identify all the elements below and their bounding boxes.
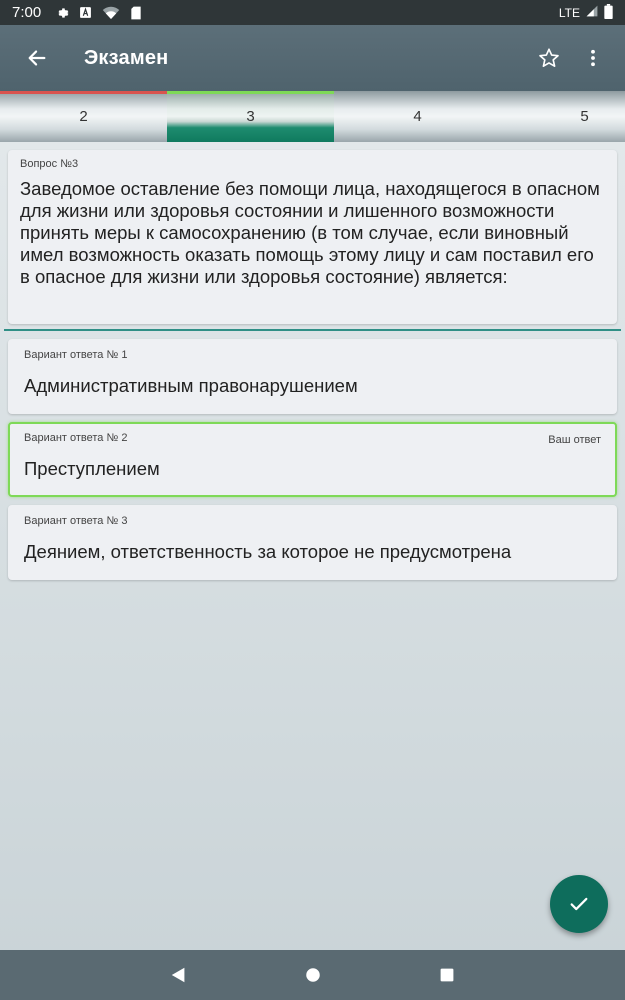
question-tabs: 2 3 4 5: [0, 91, 625, 142]
back-button[interactable]: [12, 33, 62, 83]
nav-back-button[interactable]: [167, 963, 191, 987]
square-recents-icon: [440, 968, 453, 982]
app-bar: Экзамен: [0, 25, 625, 91]
answer-number: Вариант ответа № 2: [24, 432, 128, 444]
battery-icon: [604, 3, 613, 22]
answer-number: Вариант ответа № 3: [24, 515, 128, 527]
answer-number: Вариант ответа № 1: [24, 349, 128, 361]
check-icon: [570, 897, 588, 911]
answer-option-1[interactable]: Вариант ответа № 1 Административным прав…: [8, 339, 617, 414]
favorite-button[interactable]: [527, 36, 571, 80]
nav-home-button[interactable]: [301, 963, 325, 987]
status-time: 7:00: [12, 4, 42, 21]
tab-question-3[interactable]: 3: [167, 91, 334, 142]
nav-recents-button[interactable]: [435, 963, 459, 987]
tab-status-indicator: [0, 91, 167, 94]
your-answer-badge: Ваш ответ: [548, 434, 601, 446]
star-outline-icon: [539, 48, 559, 67]
answer-text: Административным правонарушением: [24, 375, 358, 396]
wifi-icon: [102, 6, 120, 20]
arrow-left-icon: [28, 50, 46, 66]
tab-label: 4: [413, 108, 422, 125]
triangle-back-icon: [171, 967, 184, 983]
answer-text: Преступлением: [24, 458, 160, 479]
settings-icon: [55, 6, 69, 20]
tab-label: 3: [246, 108, 255, 125]
divider: [4, 329, 621, 331]
sd-card-icon: [130, 6, 142, 20]
tab-label: 2: [79, 108, 88, 125]
tab-status-indicator: [167, 91, 334, 94]
tab-question-4[interactable]: 4: [334, 91, 501, 142]
page-title: Экзамен: [84, 46, 169, 69]
keyboard-a-icon: [79, 6, 92, 19]
question-card: Вопрос №3 Заведомое оставление без помощ…: [8, 150, 617, 324]
network-type: LTE: [558, 5, 580, 20]
circle-home-icon: [305, 968, 320, 982]
status-bar: 7:00 LTE: [0, 0, 625, 25]
answer-option-2[interactable]: Вариант ответа № 2 Ваш ответ Преступлени…: [8, 422, 617, 497]
tab-question-2[interactable]: 2: [0, 91, 167, 142]
answer-text: Деянием, ответственность за которое не п…: [24, 541, 512, 562]
question-number: Вопрос №3: [20, 158, 79, 170]
tab-label: 5: [580, 108, 589, 125]
question-text: Заведомое оставление без помощи лица, на…: [20, 178, 600, 287]
confirm-fab-button[interactable]: [550, 875, 608, 933]
answer-option-3[interactable]: Вариант ответа № 3 Деянием, ответственно…: [8, 505, 617, 580]
tab-question-5[interactable]: 5: [501, 91, 625, 142]
signal-icon: [586, 5, 598, 20]
system-navigation-bar: [0, 950, 625, 1000]
more-vert-icon: [591, 49, 595, 67]
more-options-button[interactable]: [571, 36, 615, 80]
